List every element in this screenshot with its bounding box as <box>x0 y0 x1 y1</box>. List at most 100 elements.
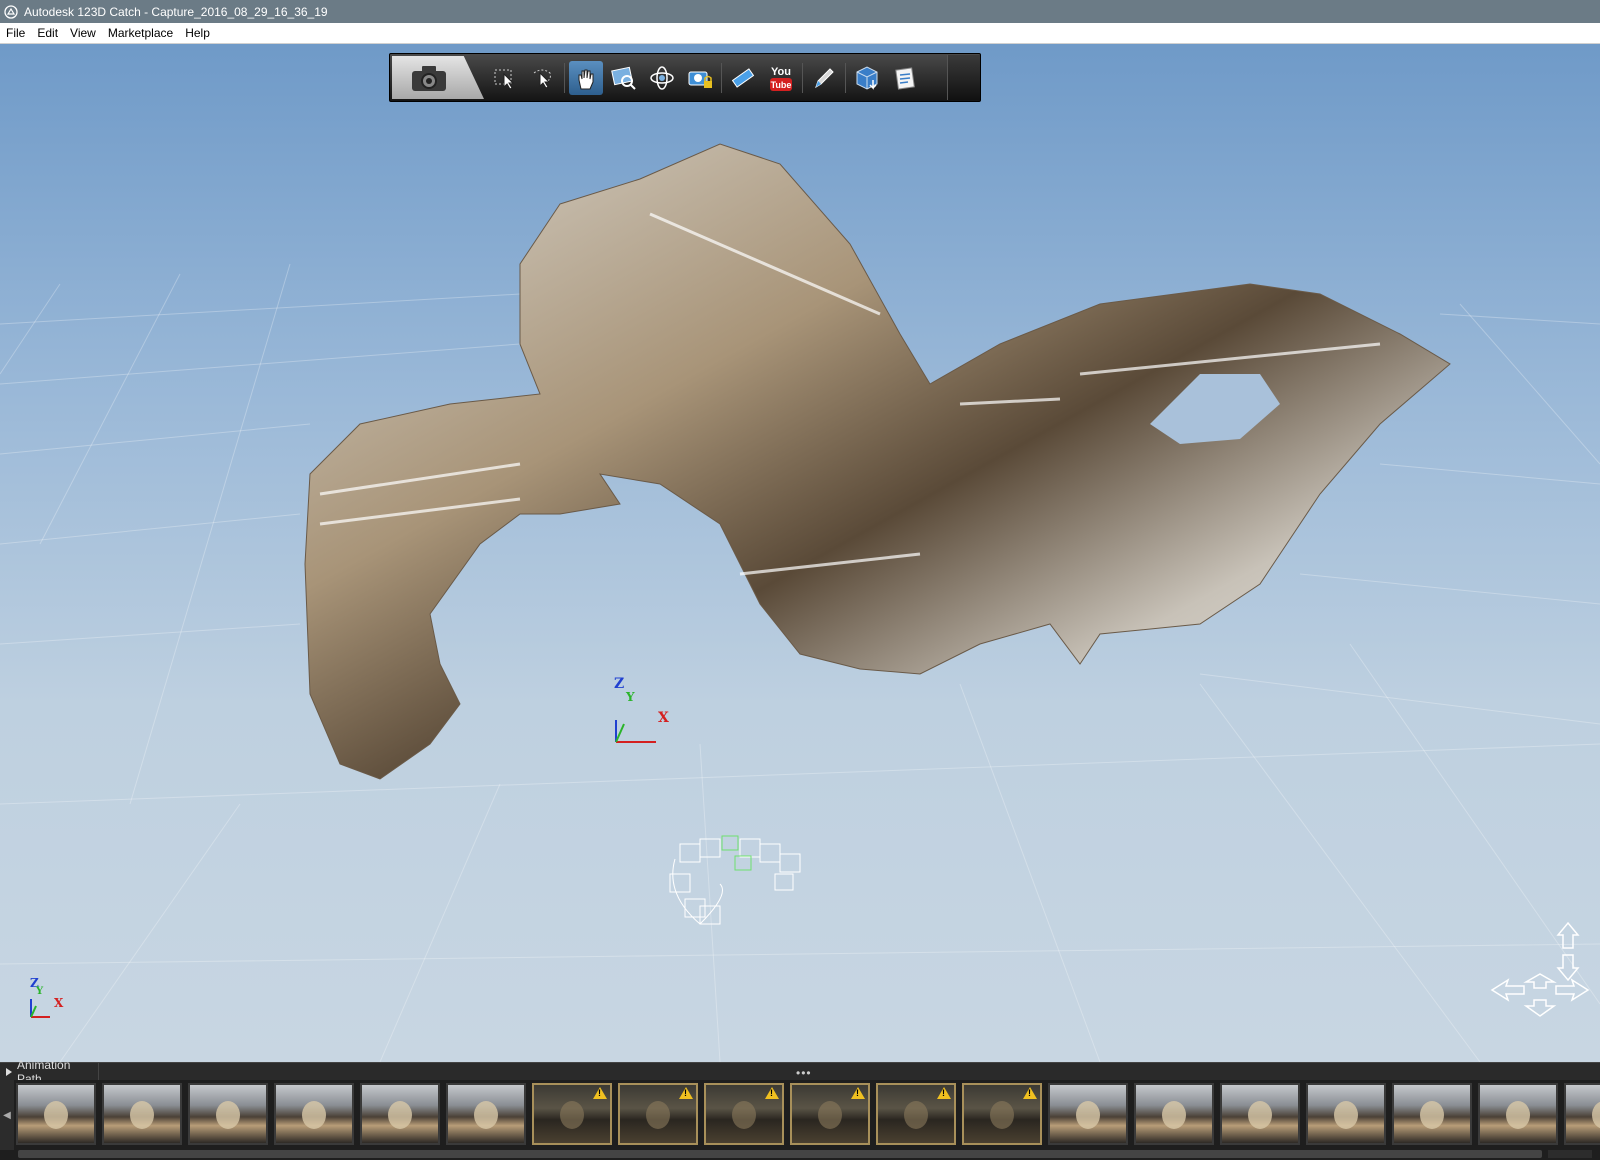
orbit-icon <box>650 65 674 90</box>
zoom-window-icon <box>611 66 636 90</box>
youtube-label-top: You <box>771 66 791 78</box>
thumbnail-image <box>1506 1101 1530 1129</box>
youtube-icon: You Tube <box>770 66 792 91</box>
scene-canvas <box>0 143 1600 1062</box>
toolbar-separator <box>802 62 803 93</box>
filmstrip-scrollbar[interactable] <box>18 1150 1542 1158</box>
ruler-icon <box>731 67 755 88</box>
camera-positions[interactable] <box>669 835 801 925</box>
thumbnail-image <box>388 1101 412 1129</box>
thumbnail-image <box>1420 1101 1444 1129</box>
photo-thumbnail[interactable] <box>1564 1083 1600 1145</box>
thumbnail-image <box>646 1101 670 1129</box>
lasso-select-tool-button[interactable] <box>526 61 560 95</box>
photo-thumbnail[interactable] <box>1220 1083 1300 1145</box>
thumbnail-image <box>1592 1101 1600 1129</box>
thumbnail-image <box>302 1101 326 1129</box>
photo-thumbnail[interactable] <box>1048 1083 1128 1145</box>
lasso-select-icon <box>533 69 551 89</box>
photo-thumbnail[interactable] <box>1478 1083 1558 1145</box>
expand-arrow-icon <box>6 1068 12 1076</box>
pan-tool-button[interactable] <box>569 60 603 95</box>
warning-icon <box>937 1087 951 1099</box>
menu-bar: File Edit View Marketplace Help <box>0 23 1600 44</box>
measure-tool-button[interactable] <box>726 61 760 95</box>
photo-thumbnail[interactable] <box>16 1083 96 1145</box>
camera-icon <box>412 65 446 91</box>
corner-axis-x-label: X <box>54 996 64 1010</box>
warning-icon <box>765 1087 779 1099</box>
3d-viewport[interactable]: Z Y X Z Y X You Tube <box>0 44 1600 1062</box>
thumbnail-image <box>560 1101 584 1129</box>
resize-grip[interactable]: ••• <box>796 1066 812 1080</box>
photo-thumbnail[interactable] <box>704 1083 784 1145</box>
photo-thumbnail[interactable] <box>360 1083 440 1145</box>
menu-file[interactable]: File <box>0 26 31 40</box>
notes-button[interactable] <box>888 61 922 95</box>
photo-thumbnail[interactable] <box>274 1083 354 1145</box>
warning-icon <box>851 1087 865 1099</box>
nav-left-arrow-icon <box>1490 978 1525 1002</box>
orbit-tool-button[interactable] <box>645 61 679 95</box>
main-toolbar: You Tube <box>389 53 981 102</box>
warning-icon <box>679 1087 693 1099</box>
zoom-window-tool-button[interactable] <box>607 61 641 95</box>
filmstrip-scrollbar-end <box>1548 1150 1592 1158</box>
nav-up-arrow-icon <box>1556 921 1580 949</box>
window-title: Autodesk 123D Catch - Capture_2016_08_29… <box>24 4 328 19</box>
locked-camera-tool-button[interactable] <box>683 61 717 95</box>
photo-thumbnail[interactable] <box>102 1083 182 1145</box>
menu-edit[interactable]: Edit <box>31 26 64 40</box>
mesh-export-button[interactable] <box>850 61 884 95</box>
corner-axis-triad <box>30 999 50 1018</box>
thumbnail-image <box>732 1101 756 1129</box>
nav-forward-arrow-icon <box>1523 973 1557 989</box>
filmstrip-scroll-left-button[interactable]: ◀ <box>0 1080 14 1150</box>
thumbnail-image <box>1248 1101 1272 1129</box>
menu-view[interactable]: View <box>64 26 102 40</box>
menu-help[interactable]: Help <box>179 26 216 40</box>
corner-axis-y-label: Y <box>36 986 44 997</box>
youtube-button[interactable]: You Tube <box>764 61 798 95</box>
center-axis-z-label: Z <box>614 676 625 692</box>
nav-right-arrow-icon <box>1555 978 1590 1002</box>
thumbnail-image <box>1076 1101 1100 1129</box>
thumbnail-image <box>216 1101 240 1129</box>
nav-back-arrow-icon <box>1523 999 1557 1017</box>
photo-thumbnail[interactable] <box>532 1083 612 1145</box>
thumbnail-list <box>16 1083 1600 1147</box>
photo-thumbnail[interactable] <box>962 1083 1042 1145</box>
photo-thumbnail[interactable] <box>1134 1083 1214 1145</box>
locked-camera-icon <box>688 71 712 88</box>
photo-thumbnail[interactable] <box>446 1083 526 1145</box>
select-tool-button[interactable] <box>488 61 522 95</box>
photo-thumbnail[interactable] <box>790 1083 870 1145</box>
capture-camera-button[interactable] <box>392 56 484 99</box>
toolbar-separator <box>845 62 846 93</box>
thumbnail-image <box>130 1101 154 1129</box>
photo-thumbnail[interactable] <box>188 1083 268 1145</box>
mesh-export-icon <box>856 65 878 90</box>
thumbnail-image <box>474 1101 498 1129</box>
center-axis-x-label: X <box>658 710 669 726</box>
animation-path-toggle[interactable]: Animation Path <box>0 1058 99 1086</box>
navigation-arrows[interactable] <box>1484 918 1594 1028</box>
photo-thumbnail[interactable] <box>618 1083 698 1145</box>
center-axis-triad <box>615 720 656 743</box>
warning-icon <box>1023 1087 1037 1099</box>
photo-thumbnail[interactable] <box>1306 1083 1386 1145</box>
menu-marketplace[interactable]: Marketplace <box>102 26 179 40</box>
photo-thumbnail[interactable] <box>1392 1083 1472 1145</box>
photo-thumbnail[interactable] <box>876 1083 956 1145</box>
youtube-label-bottom: Tube <box>771 80 792 90</box>
thumbnail-image <box>990 1101 1014 1129</box>
thumbnail-image <box>1162 1101 1186 1129</box>
warning-icon <box>593 1087 607 1099</box>
toolbar-separator <box>564 62 565 93</box>
photo-filmstrip: ◀ <box>0 1080 1600 1160</box>
thumbnail-image <box>818 1101 842 1129</box>
toolbar-end-cap <box>947 55 980 100</box>
thumbnail-image <box>44 1101 68 1129</box>
pen-tool-button[interactable] <box>807 61 841 95</box>
nav-down-arrow-icon <box>1556 954 1580 982</box>
